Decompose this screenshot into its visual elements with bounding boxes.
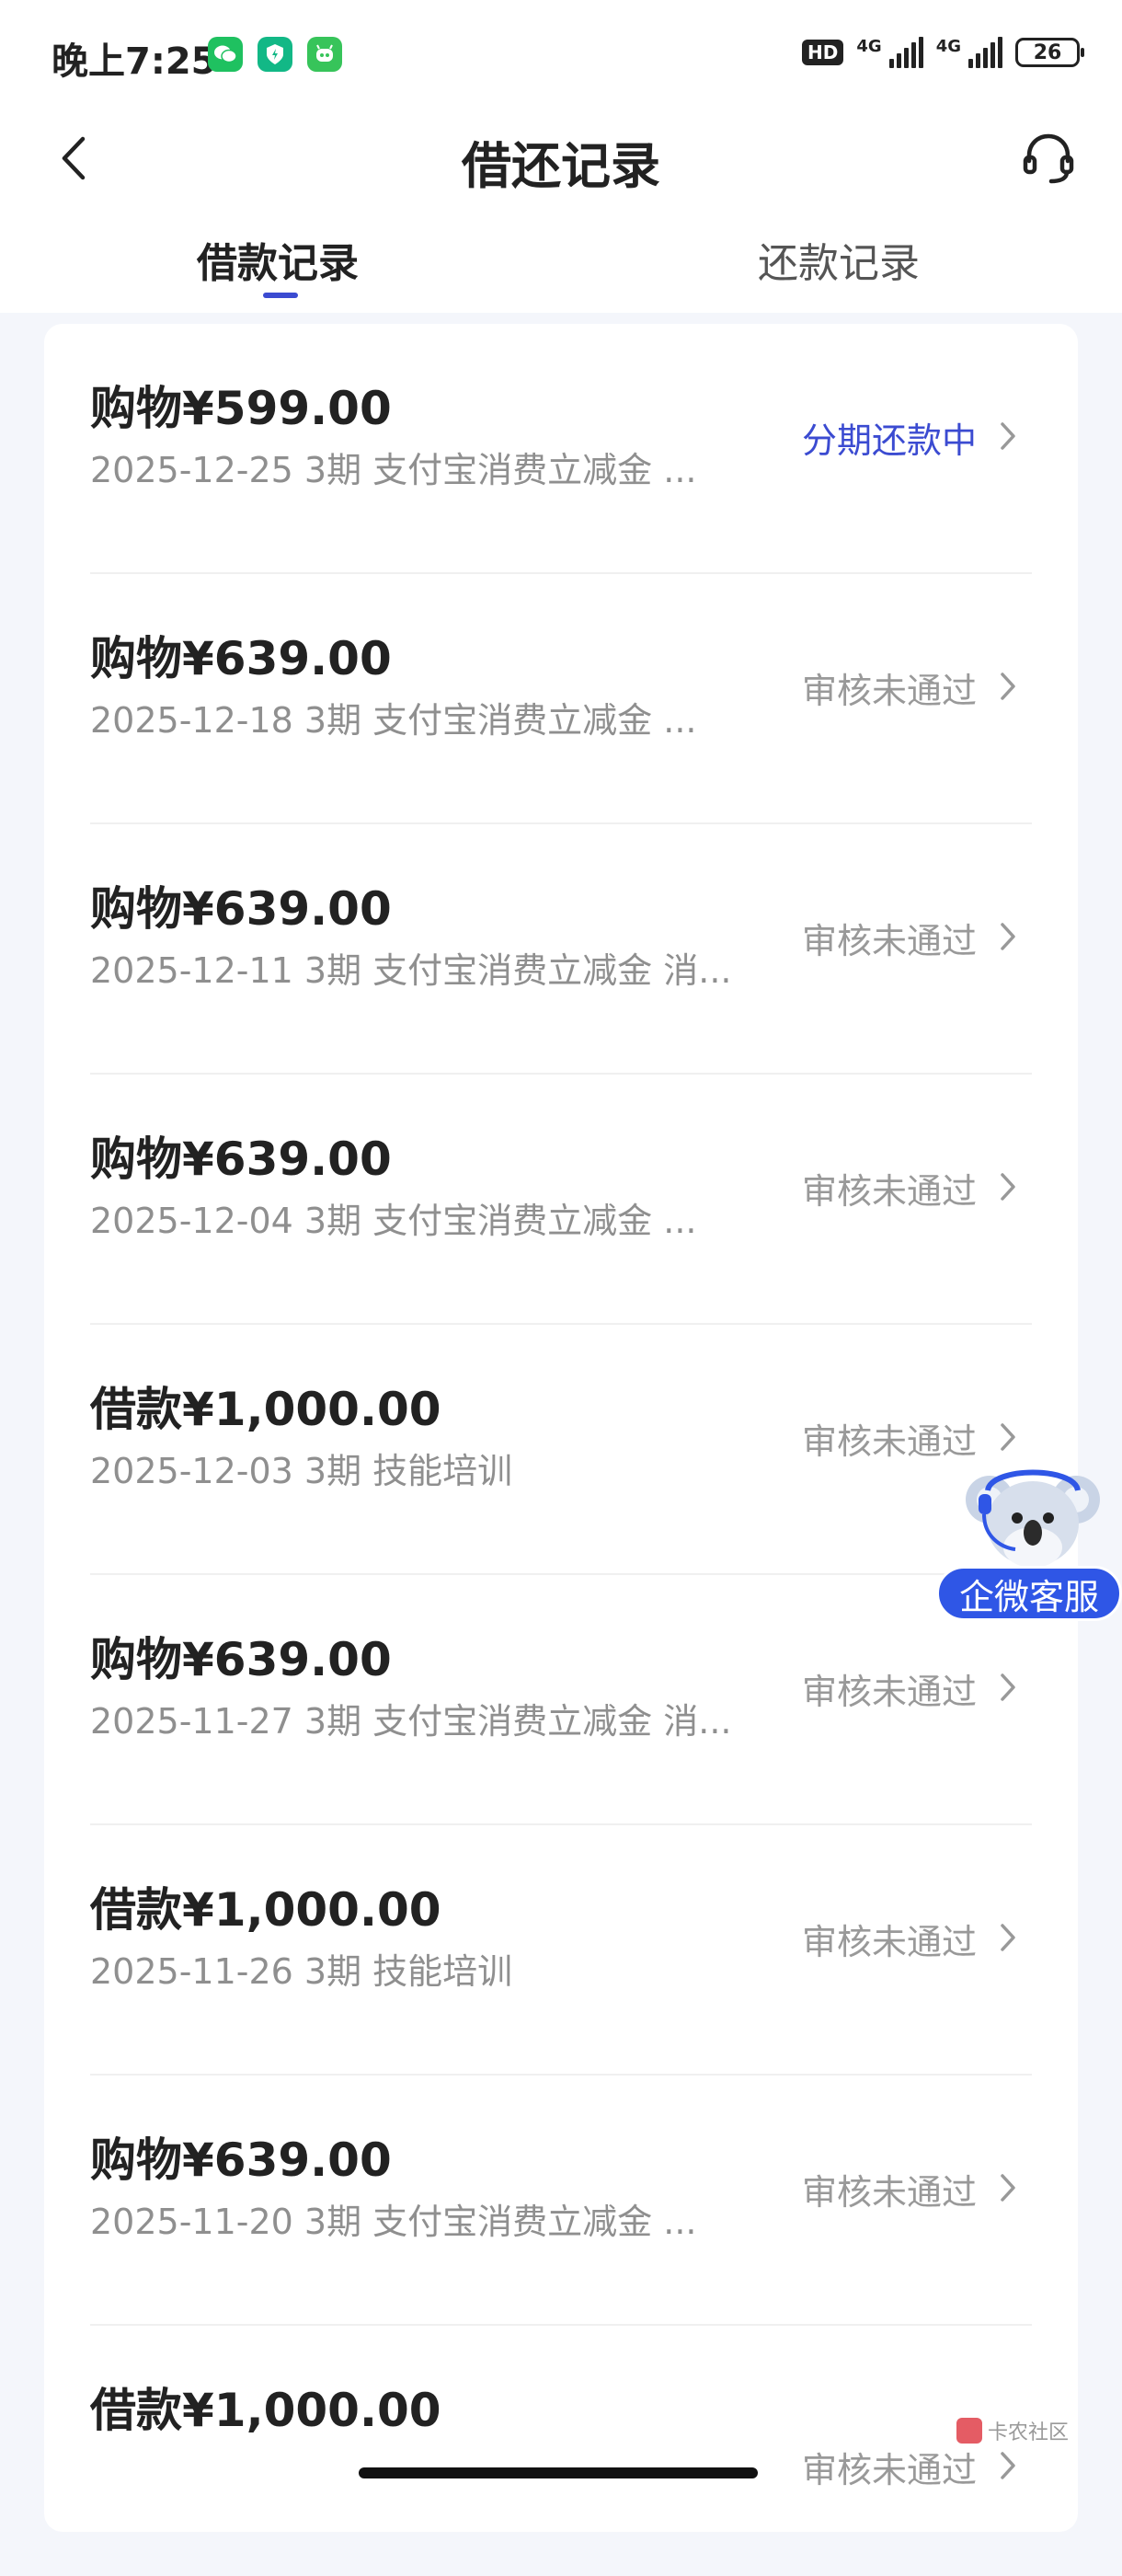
record-title: 借款¥1,000.00 [90, 2384, 441, 2437]
list-item[interactable]: 借款¥1,000.00 2025-11-26 3期 技能培训 审核未通过 [44, 1825, 1078, 2076]
record-subtitle: 2025-12-04 3期 支付宝消费立减金 ... [90, 1201, 697, 1241]
watermark-text: 卡农社区 [988, 2421, 1070, 2444]
record-title: 购物¥639.00 [90, 632, 392, 685]
chevron-right-icon [990, 1665, 1026, 1709]
chevron-right-icon [990, 914, 1026, 959]
network-label-1: 4G [856, 37, 882, 56]
record-status: 审核未通过 [801, 671, 977, 711]
record-subtitle: 2025-12-25 3期 支付宝消费立减金 ... [90, 450, 697, 490]
battery-icon: 26 [1015, 38, 1084, 67]
status-app-icons [208, 37, 342, 72]
signal-icon [968, 37, 1002, 68]
record-status: 审核未通过 [801, 921, 977, 961]
record-status: 审核未通过 [801, 2450, 977, 2490]
tab-loan-records[interactable]: 借款记录 [197, 230, 359, 289]
record-title: 借款¥1,000.00 [90, 1883, 441, 1937]
record-title: 购物¥639.00 [90, 882, 392, 936]
record-subtitle: 2025-11-20 3期 支付宝消费立减金 ... [90, 2202, 697, 2242]
chevron-right-icon [990, 2166, 1026, 2210]
record-status: 审核未通过 [801, 1922, 977, 1962]
list-item[interactable]: 购物¥639.00 2025-11-20 3期 支付宝消费立减金 ... 审核未… [44, 2076, 1078, 2326]
tab-active-indicator [263, 293, 298, 298]
record-title: 购物¥639.00 [90, 1133, 392, 1186]
record-status: 审核未通过 [801, 1672, 977, 1712]
chevron-right-icon [990, 414, 1026, 458]
record-status: 审核未通过 [801, 1421, 977, 1462]
record-subtitle: 2025-11-27 3期 支付宝消费立减金 消... [90, 1701, 732, 1742]
page-header: 借还记录 借款记录 还款记录 [0, 110, 1122, 313]
list-item[interactable]: 借款¥1,000.00 审核未通过 [44, 2326, 1078, 2576]
chevron-right-icon [990, 664, 1026, 708]
list-item[interactable]: 借款¥1,000.00 2025-12-03 3期 技能培训 审核未通过 [44, 1325, 1078, 1575]
tab-repayment-records[interactable]: 还款记录 [758, 230, 920, 289]
list-item[interactable]: 购物¥639.00 2025-11-27 3期 支付宝消费立减金 消... 审核… [44, 1575, 1078, 1825]
battery-level: 26 [1033, 40, 1062, 64]
record-subtitle: 2025-12-18 3期 支付宝消费立减金 ... [90, 700, 697, 741]
record-title: 购物¥639.00 [90, 2133, 392, 2187]
chevron-right-icon [990, 1415, 1026, 1459]
customer-service-button[interactable] [1015, 125, 1082, 191]
chevron-right-icon [990, 2444, 1026, 2488]
bot-app-icon [307, 37, 342, 72]
chevron-right-icon [990, 1915, 1026, 1960]
record-status: 审核未通过 [801, 1171, 977, 1212]
record-status: 分期还款中 [801, 420, 977, 461]
network-label-2: 4G [935, 37, 961, 56]
shield-app-icon [258, 37, 292, 72]
list-item[interactable]: 购物¥599.00 2025-12-25 3期 支付宝消费立减金 ... 分期还… [44, 324, 1078, 574]
record-subtitle: 2025-12-03 3期 技能培训 [90, 1451, 513, 1491]
floating-wecom-support-button[interactable]: 企微客服 [936, 1463, 1122, 1621]
list-item[interactable]: 购物¥639.00 2025-12-04 3期 支付宝消费立减金 ... 审核未… [44, 1075, 1078, 1325]
headset-icon [1023, 133, 1074, 184]
watermark: 卡农社区 [956, 2416, 1069, 2445]
signal-icon [888, 37, 923, 68]
wechat-icon [208, 37, 243, 72]
record-subtitle: 2025-12-11 3期 支付宝消费立减金 消... [90, 950, 732, 991]
list-item[interactable]: 购物¥639.00 2025-12-11 3期 支付宝消费立减金 消... 审核… [44, 824, 1078, 1075]
status-time: 晚上7:25 [52, 40, 217, 83]
page-title: 借还记录 [462, 137, 660, 195]
watermark-logo-icon [956, 2418, 982, 2444]
record-status: 审核未通过 [801, 2172, 977, 2213]
list-item[interactable]: 购物¥639.00 2025-12-18 3期 支付宝消费立减金 ... 审核未… [44, 574, 1078, 824]
floating-support-label: 企微客服 [936, 1566, 1122, 1621]
status-bar: 晚上7:25 HD 4G 4G 26 [0, 0, 1122, 110]
record-title: 购物¥599.00 [90, 382, 392, 435]
record-subtitle: 2025-11-26 3期 技能培训 [90, 1951, 513, 1992]
chevron-right-icon [990, 1165, 1026, 1209]
record-list: 购物¥599.00 2025-12-25 3期 支付宝消费立减金 ... 分期还… [44, 324, 1078, 2532]
record-title: 购物¥639.00 [90, 1633, 392, 1686]
status-indicators: HD 4G 4G 26 [802, 37, 1084, 68]
hd-badge: HD [802, 40, 844, 65]
home-indicator[interactable] [359, 2467, 758, 2478]
koala-mascot-icon [966, 1469, 1100, 1568]
record-title: 借款¥1,000.00 [90, 1383, 441, 1436]
